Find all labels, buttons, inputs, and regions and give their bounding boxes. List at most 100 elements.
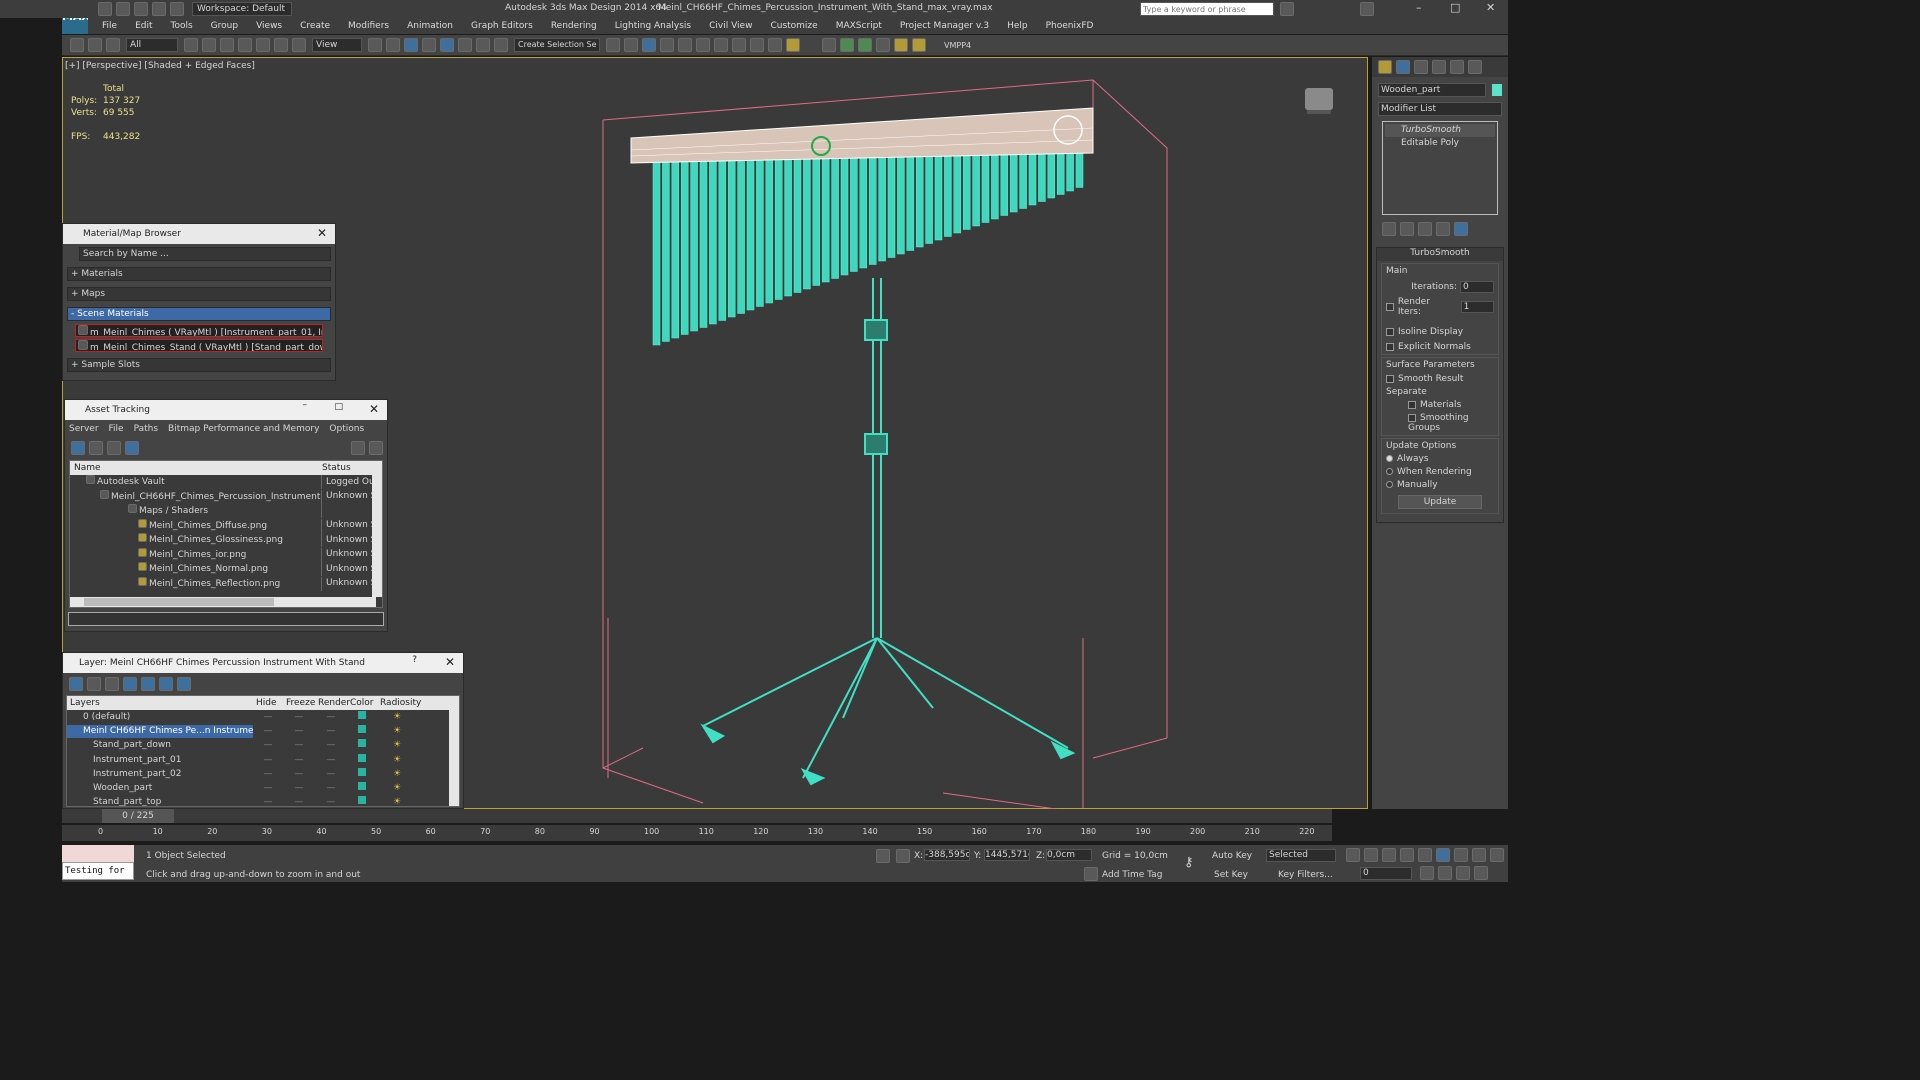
layer-row[interactable]: Stand_part_down — — — ☀ (67, 739, 459, 753)
scale-icon[interactable] (292, 38, 306, 52)
layer-color-swatch[interactable] (358, 724, 366, 733)
layer-render-toggle[interactable]: — (315, 711, 347, 724)
radiosity-icon[interactable]: ☀ (377, 739, 417, 752)
maximize-button[interactable]: □ (1450, 1, 1460, 14)
region-select-icon[interactable] (220, 38, 234, 52)
play-icon[interactable] (1382, 848, 1396, 862)
search-icon[interactable] (1280, 2, 1294, 16)
layer-freeze-toggle[interactable]: — (283, 725, 315, 738)
col-status[interactable]: Status (322, 463, 351, 473)
phoenix-icon[interactable] (822, 38, 836, 52)
highlight-layer-icon[interactable] (141, 677, 155, 691)
redo-icon[interactable] (170, 2, 184, 16)
info-icon[interactable] (369, 441, 383, 455)
layer-row[interactable]: Stand_part_top — — — ☀ (67, 796, 459, 806)
list-icon[interactable] (89, 441, 103, 455)
layer-col-header[interactable]: Color (347, 698, 377, 708)
layer-freeze-toggle[interactable]: — (283, 754, 315, 767)
material-editor-icon[interactable] (714, 38, 728, 52)
mat-section-maps[interactable]: + Maps (67, 287, 331, 301)
move-icon[interactable] (256, 38, 270, 52)
pan-icon[interactable] (1438, 866, 1452, 880)
reference-coord-dropdown[interactable]: View (312, 38, 362, 52)
render-setup-icon[interactable] (732, 38, 746, 52)
refresh-icon[interactable] (71, 441, 85, 455)
modifier-list-dropdown[interactable]: Modifier List (1378, 102, 1502, 116)
when-rendering-radio[interactable] (1386, 468, 1393, 475)
asset-row[interactable]: Maps / Shaders (70, 504, 382, 519)
menu-item[interactable]: Graph Editors (471, 21, 533, 31)
menu-item[interactable]: Edit (135, 21, 152, 31)
zoom-icon[interactable] (1436, 848, 1450, 862)
layer-col-header[interactable]: Layers (67, 698, 253, 708)
rotate-icon[interactable] (274, 38, 288, 52)
rollout-header[interactable]: TurboSmooth (1377, 248, 1503, 261)
field-of-view-icon[interactable] (1474, 866, 1488, 880)
menu-item[interactable]: Lighting Analysis (615, 21, 691, 31)
always-radio[interactable] (1386, 455, 1393, 462)
window-crossing-icon[interactable] (238, 38, 252, 52)
object-name-field[interactable]: Wooden_part (1378, 83, 1487, 97)
menu-item[interactable]: MAXScript (836, 21, 882, 31)
lock-icon[interactable] (876, 849, 890, 863)
workspace-dropdown[interactable]: Workspace: Default (192, 2, 292, 16)
layer-col-header[interactable]: Radiosity (377, 698, 421, 708)
close-icon[interactable]: ✕ (445, 655, 455, 669)
angle-snap-icon[interactable] (440, 38, 454, 52)
bind-space-warp-icon[interactable] (106, 38, 120, 52)
asset-row[interactable]: Meinl_Chimes_Glossiness.png Unknown St (70, 533, 382, 548)
time-slider-handle[interactable]: 0 / 225 (102, 809, 174, 823)
scene-material-item[interactable]: m_Meinl_Chimes ( VRayMtl ) [Instrument_p… (75, 324, 323, 337)
menu-item[interactable]: Civil View (709, 21, 752, 31)
menu-item[interactable]: Customize (770, 21, 817, 31)
asset-row[interactable]: Meinl_Chimes_ior.png Unknown St (70, 547, 382, 563)
pin-stack-icon[interactable] (1382, 222, 1396, 236)
layer-hide-toggle[interactable]: — (253, 782, 283, 795)
layer-row[interactable]: Wooden_part — — — ☀ (67, 781, 459, 795)
delete-layer-icon[interactable] (87, 677, 101, 691)
render-iters-spinner[interactable]: 1 (1460, 301, 1494, 313)
key-filters-button[interactable]: Key Filters... (1278, 870, 1333, 880)
asset-path-field[interactable] (68, 612, 384, 626)
edit-named-sel-icon[interactable] (494, 38, 508, 52)
smooth-result-checkbox[interactable] (1386, 374, 1394, 383)
search-input[interactable] (1140, 2, 1274, 16)
layer-hide-toggle[interactable]: — (253, 711, 283, 724)
configure-sets-icon[interactable] (1454, 222, 1468, 236)
timeline-track[interactable]: 0 10 20 30 40 50 60 70 80 90 100 110 120 130 140 150 160… (62, 825, 1332, 841)
vray-mtl-icon[interactable] (876, 38, 890, 52)
hide-all-icon[interactable] (159, 677, 173, 691)
col-name[interactable]: Name (70, 463, 322, 473)
mirror-icon[interactable] (606, 38, 620, 52)
align-icon[interactable] (624, 38, 638, 52)
layer-color-swatch[interactable] (358, 710, 366, 719)
new-icon[interactable] (98, 2, 112, 16)
layer-render-toggle[interactable]: — (315, 782, 347, 795)
mat-section-scene[interactable]: - Scene Materials (67, 307, 331, 321)
layer-manager-icon[interactable] (642, 38, 656, 52)
select-icon[interactable] (184, 38, 198, 52)
set-key-button[interactable]: Set Key (1214, 870, 1248, 880)
maxscript-listener[interactable]: Testing for ; (62, 862, 134, 880)
vertical-scrollbar[interactable] (449, 696, 459, 806)
sun-icon[interactable] (912, 38, 926, 52)
z-field[interactable]: 0,0cm (1046, 849, 1092, 861)
asset-menu-item[interactable]: Bitmap Performance and Memory (168, 424, 319, 434)
asset-row[interactable]: Meinl_CH66HF_Chimes_Percussion_Instrumen… (70, 489, 382, 505)
maxscript-pink[interactable] (62, 845, 134, 862)
layer-hide-toggle[interactable]: — (253, 754, 283, 767)
radiosity-icon[interactable]: ☀ (377, 725, 417, 738)
menu-item[interactable]: Create (300, 21, 330, 31)
current-frame-field[interactable]: 0 (1360, 867, 1412, 880)
layer-hide-toggle[interactable]: — (253, 796, 283, 806)
prev-frame-icon[interactable] (1364, 848, 1378, 862)
layer-color-swatch[interactable] (358, 782, 366, 791)
modify-tab-icon[interactable] (1396, 60, 1410, 74)
max-viewport-icon[interactable] (1490, 848, 1504, 862)
table-icon[interactable] (107, 441, 121, 455)
layer-freeze-toggle[interactable]: — (283, 711, 315, 724)
layer-render-toggle[interactable]: — (315, 725, 347, 738)
time-slider[interactable]: 0 / 225 (62, 809, 1332, 823)
iterations-spinner[interactable]: 0 (1460, 281, 1494, 293)
radiosity-icon[interactable]: ☀ (377, 796, 417, 806)
